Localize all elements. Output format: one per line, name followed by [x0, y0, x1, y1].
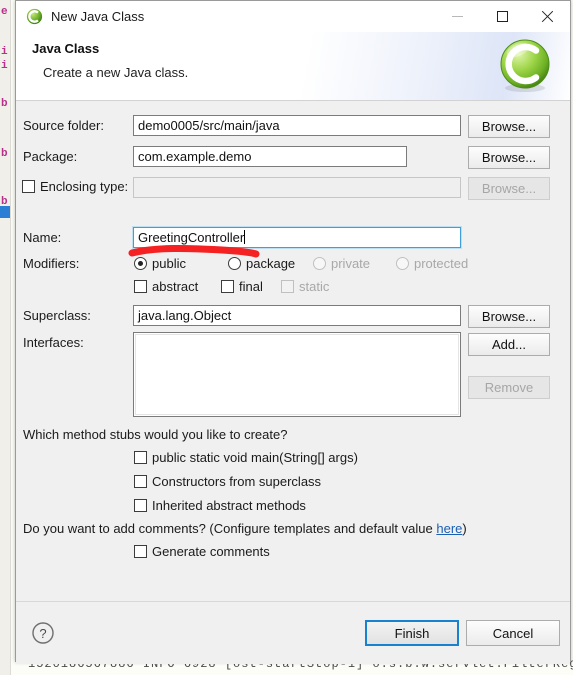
finish-button[interactable]: Finish [365, 620, 459, 646]
package-row: Package: com.example.demo Browse... [16, 146, 570, 169]
generate-comments-checkbox[interactable]: Generate comments [134, 544, 270, 559]
comments-question-suffix: ) [462, 521, 467, 536]
source-folder-browse-button[interactable]: Browse... [468, 115, 550, 138]
new-java-class-dialog: New Java Class Java Class Create a new J… [15, 0, 571, 664]
close-button[interactable] [525, 1, 570, 32]
dialog-titlebar[interactable]: New Java Class [16, 1, 570, 32]
modifier-radio-package[interactable]: package [228, 256, 295, 271]
configure-templates-link[interactable]: here [436, 521, 462, 536]
enclosing-type-browse-button: Browse... [468, 177, 550, 200]
svg-text:?: ? [39, 626, 46, 641]
bg-code-line: i [1, 46, 8, 58]
interfaces-listbox[interactable] [133, 332, 461, 417]
interfaces-list-inner [135, 334, 459, 415]
eclipse-class-icon [26, 8, 43, 25]
source-folder-label: Source folder: [23, 118, 104, 133]
modifier-checkbox-abstract[interactable]: abstract [134, 279, 198, 294]
cancel-button[interactable]: Cancel [466, 620, 560, 646]
checkbox-icon [134, 280, 147, 293]
source-folder-input[interactable]: demo0005/src/main/java [133, 115, 461, 136]
checkbox-icon [281, 280, 294, 293]
modifier-label: public [152, 256, 186, 271]
interfaces-row: Interfaces: Add... Remove [16, 332, 570, 418]
help-icon[interactable]: ? [31, 621, 55, 645]
close-icon [541, 10, 554, 23]
superclass-row: Superclass: java.lang.Object Browse... [16, 305, 570, 328]
comments-question: Do you want to add comments? (Configure … [23, 521, 467, 536]
dialog-title: New Java Class [51, 9, 145, 24]
stub-checkbox-inherited[interactable]: Inherited abstract methods [134, 498, 306, 513]
enclosing-type-row: Enclosing type: Browse... [16, 177, 570, 200]
banner-subtitle: Create a new Java class. [43, 65, 189, 80]
checkbox-icon [134, 475, 147, 488]
modifier-label: private [331, 256, 371, 271]
radio-icon [396, 257, 409, 270]
text-caret [244, 230, 246, 244]
enclosing-type-input[interactable] [133, 177, 461, 198]
radio-icon [313, 257, 326, 270]
maximize-icon [497, 11, 508, 22]
checkbox-icon [134, 451, 147, 464]
source-folder-row: Source folder: demo0005/src/main/java Br… [16, 115, 570, 138]
radio-icon [228, 257, 241, 270]
modifiers-row: Modifiers: public package private protec… [16, 253, 570, 275]
window-controls [435, 1, 570, 32]
interfaces-remove-button: Remove [468, 376, 550, 399]
modifier-checkbox-static: static [281, 279, 329, 294]
minimize-button[interactable] [435, 1, 480, 32]
modifier-flags-row: abstract final static [16, 276, 570, 298]
enclosing-type-checkbox[interactable]: Enclosing type: [22, 179, 128, 194]
package-browse-button[interactable]: Browse... [468, 146, 550, 169]
modifiers-label: Modifiers: [23, 256, 80, 271]
interfaces-add-button[interactable]: Add... [468, 333, 550, 356]
package-input[interactable]: com.example.demo [133, 146, 407, 167]
eclipse-java-wizard-logo [496, 36, 554, 99]
stub-label: Constructors from superclass [152, 474, 322, 489]
dialog-footer: ? Finish Cancel [16, 601, 570, 664]
dialog-body: Source folder: demo0005/src/main/java Br… [16, 101, 570, 601]
modifier-label: abstract [152, 279, 199, 294]
interfaces-label: Interfaces: [23, 335, 84, 350]
generate-comments-label: Generate comments [152, 544, 270, 559]
wizard-banner: Java Class Create a new Java class. [16, 32, 570, 101]
name-label: Name: [23, 230, 62, 245]
stub-label: Inherited abstract methods [152, 498, 306, 513]
modifier-label: final [239, 279, 263, 294]
bg-code-line: b [1, 148, 8, 160]
modifier-label: package [246, 256, 296, 271]
bg-code-line: i [1, 60, 8, 72]
modifier-label: static [299, 279, 330, 294]
stub-checkbox-constructors[interactable]: Constructors from superclass [134, 474, 321, 489]
modifier-label: protected [414, 256, 469, 271]
bg-code-line: b [1, 196, 8, 208]
package-label: Package: [23, 149, 78, 164]
name-row: Name: GreetingController [16, 226, 570, 249]
method-stubs-question: Which method stubs would you like to cre… [23, 427, 288, 442]
checkbox-icon [22, 180, 35, 193]
checkbox-icon [134, 499, 147, 512]
modifier-radio-public[interactable]: public [134, 256, 186, 271]
stub-label: public static void main(String[] args) [152, 450, 358, 465]
modifier-checkbox-final[interactable]: final [221, 279, 263, 294]
superclass-browse-button[interactable]: Browse... [468, 305, 550, 328]
checkbox-icon [134, 545, 147, 558]
bg-code-line: e [1, 6, 8, 18]
maximize-button[interactable] [480, 1, 525, 32]
banner-title: Java Class [32, 41, 100, 56]
checkbox-icon [221, 280, 234, 293]
superclass-label: Superclass: [23, 308, 91, 323]
enclosing-type-label: Enclosing type: [40, 179, 129, 194]
radio-icon [134, 257, 147, 270]
modifier-radio-protected: protected [396, 256, 468, 271]
stub-checkbox-main[interactable]: public static void main(String[] args) [134, 450, 358, 465]
comments-question-prefix: Do you want to add comments? (Configure … [23, 521, 437, 536]
bg-code-line: b [1, 98, 8, 110]
minimize-icon [452, 16, 463, 17]
superclass-input[interactable]: java.lang.Object [133, 305, 461, 326]
modifier-radio-private: private [313, 256, 370, 271]
